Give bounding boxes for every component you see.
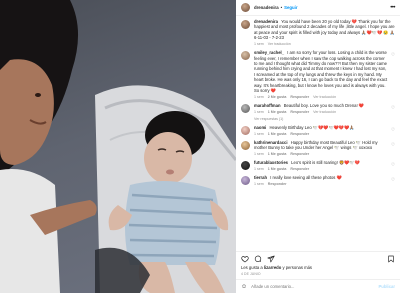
view-replies-link[interactable]: Ver respuestas (1): [254, 117, 395, 121]
like-comment-heart-icon[interactable]: ♡: [391, 127, 395, 133]
post-details-panel: drenadenira • Seguir ••• drenadenira You…: [236, 0, 400, 293]
post-photo[interactable]: [0, 0, 236, 293]
separator-dot: •: [280, 5, 283, 10]
comment-time[interactable]: 1 sem: [254, 152, 264, 156]
commenter-avatar[interactable]: [241, 140, 250, 150]
like-heart-icon[interactable]: [241, 255, 249, 263]
publish-button[interactable]: Publicar: [378, 284, 395, 289]
author-username[interactable]: drenadenira: [254, 5, 279, 10]
commenter-avatar[interactable]: [241, 161, 250, 170]
comment-likes[interactable]: 1 Me gusta: [268, 152, 287, 156]
commenter-username[interactable]: tierrah: [254, 175, 267, 180]
comment-bubble-icon[interactable]: [254, 255, 262, 263]
comment-likes[interactable]: 1 Me gusta: [268, 132, 287, 136]
comment-item: tierrah I really love seeing all these p…: [241, 175, 395, 186]
caption-translate-link[interactable]: Ver traducción: [268, 42, 291, 46]
comment-time[interactable]: 1 sem: [254, 110, 264, 114]
reply-button[interactable]: Responder: [268, 182, 287, 186]
like-comment-heart-icon[interactable]: ♡: [391, 142, 395, 148]
share-paper-plane-icon[interactable]: [267, 255, 275, 263]
like-comment-heart-icon[interactable]: ♡: [391, 177, 395, 183]
comment-text: Beautiful boy. Love you so much Drena! ❤…: [283, 102, 365, 108]
caption-avatar[interactable]: [241, 20, 250, 29]
comments-list[interactable]: drenadenira You would have been 20 yo ol…: [236, 16, 400, 251]
post-header: drenadenira • Seguir •••: [236, 0, 400, 16]
caption-time[interactable]: 1 sem: [254, 42, 264, 46]
comment-likes[interactable]: 2 Me gusta: [268, 95, 287, 99]
like-comment-heart-icon[interactable]: ♡: [391, 52, 395, 58]
follow-button[interactable]: Seguir: [284, 5, 297, 10]
like-comment-heart-icon[interactable]: ♡: [391, 105, 395, 111]
comment-item: futurablaxstories Leo's spirit is still …: [241, 160, 395, 171]
comment-time[interactable]: 1 sem: [254, 182, 264, 186]
commenter-username[interactable]: smiley_rachel_: [254, 50, 284, 55]
commenter-avatar[interactable]: [241, 103, 250, 113]
reply-button[interactable]: Responder: [290, 95, 309, 99]
translate-link[interactable]: Ver traducción: [313, 110, 336, 114]
reply-button[interactable]: Responder: [290, 110, 309, 114]
comment-item: marahoffman Beautiful boy. Love you so m…: [241, 103, 395, 114]
reply-button[interactable]: Responder: [290, 152, 309, 156]
comment-time[interactable]: 1 sem: [254, 167, 264, 171]
commenter-avatar[interactable]: [241, 125, 250, 135]
emoji-smiley-icon[interactable]: ☺: [241, 284, 247, 290]
caption-username[interactable]: drenadenira: [254, 19, 278, 24]
comment-text: I am so sorry for your loss. Losing a ch…: [254, 50, 388, 93]
author-avatar[interactable]: [241, 3, 250, 12]
comment-item: kathrinenardacci Happy birthday most Bea…: [241, 140, 395, 156]
reply-button[interactable]: Responder: [290, 167, 309, 171]
comment-text: Leo's spirit is still roaring! 🦁❤️🕊️💔: [291, 160, 360, 165]
caption: drenadenira You would have been 20 yo ol…: [241, 19, 395, 46]
commenter-username[interactable]: marahoffman: [254, 103, 281, 108]
commenter-avatar[interactable]: [241, 175, 250, 185]
posted-date[interactable]: 4 DE JUNIO: [236, 270, 400, 279]
reply-button[interactable]: Responder: [290, 132, 309, 136]
save-bookmark-icon[interactable]: [387, 255, 395, 263]
comment-likes[interactable]: 1 Me gusta: [268, 110, 287, 114]
comment-text: I really love seeing all these photos ❤️: [270, 174, 342, 180]
comment-item: smiley_rachel_ I am so sorry for your lo…: [241, 50, 395, 99]
commenter-username[interactable]: futurablaxstories: [254, 160, 288, 165]
baby-onesie: [125, 181, 220, 265]
post-actions-bar: [236, 251, 400, 265]
like-comment-heart-icon[interactable]: ♡: [391, 162, 395, 168]
commenter-username[interactable]: naomi: [254, 125, 266, 130]
comment-time[interactable]: 1 sem: [254, 95, 264, 99]
commenter-username[interactable]: kathrinenardacci: [254, 140, 288, 145]
comment-text: Heavenly Birthday Leo 🕊️💔❤️🕊️❤️💔❤️🙏🏽: [269, 124, 355, 130]
commenter-avatar[interactable]: [241, 51, 250, 61]
add-comment-input[interactable]: [251, 284, 375, 289]
translate-link[interactable]: Ver traducción: [313, 95, 336, 99]
more-options-icon[interactable]: •••: [390, 5, 395, 11]
add-comment-bar: ☺ Publicar: [236, 279, 400, 293]
baby-face: [144, 132, 192, 184]
comment-time[interactable]: 1 sem: [254, 132, 264, 136]
photo-mother-and-baby: [0, 0, 236, 293]
comment-item: naomi Heavenly Birthday Leo 🕊️💔❤️🕊️❤️💔❤️…: [241, 125, 395, 136]
comment-likes[interactable]: 1 Me gusta: [268, 167, 287, 171]
mother-face: [0, 59, 54, 165]
